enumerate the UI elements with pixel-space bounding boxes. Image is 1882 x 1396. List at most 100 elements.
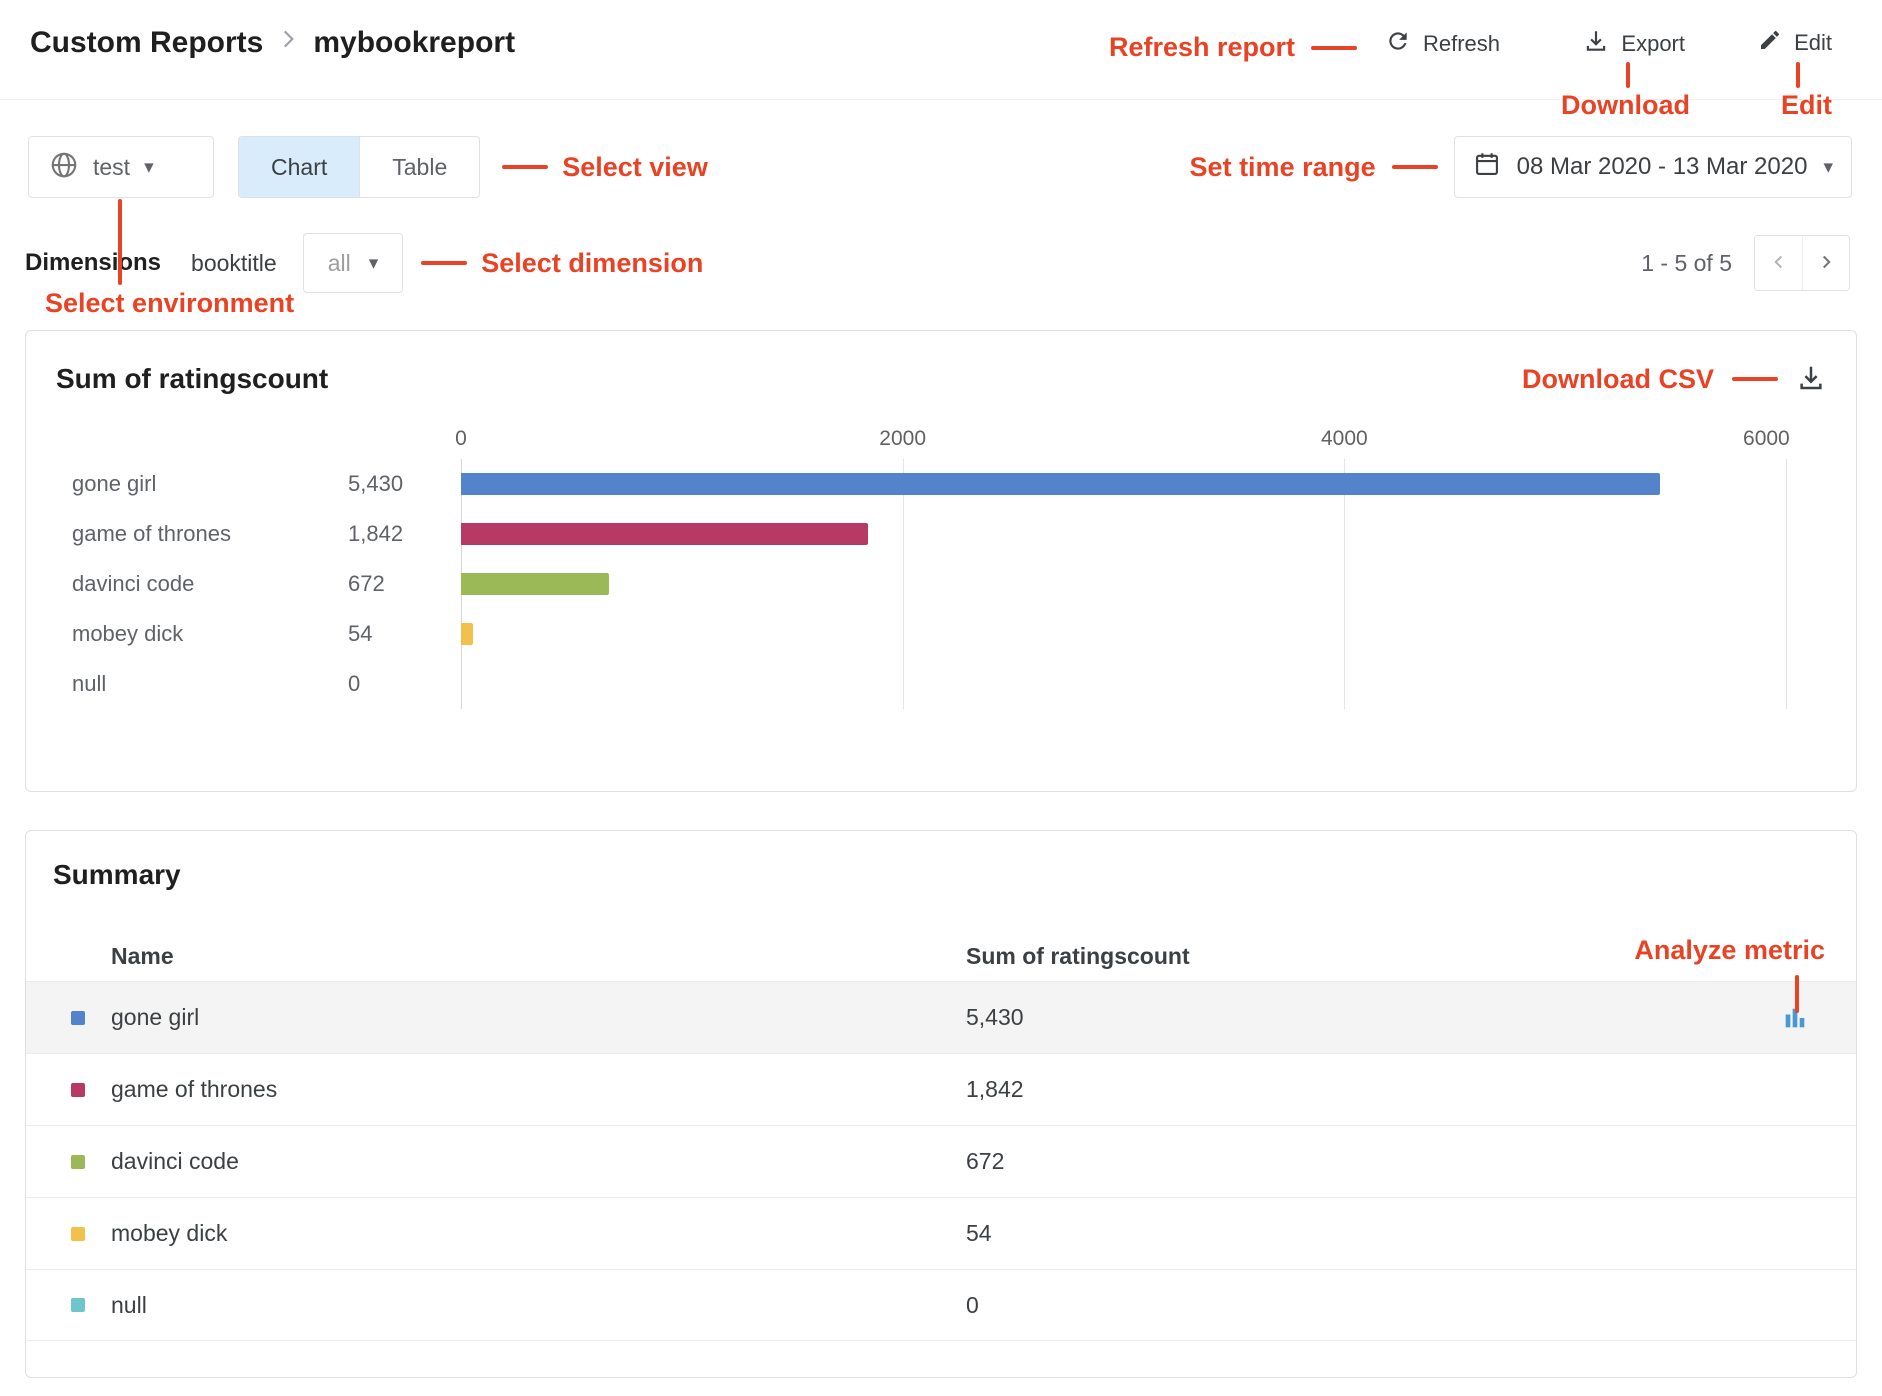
tab-table[interactable]: Table: [359, 137, 479, 197]
chart-row: game of thrones1,842: [56, 509, 1786, 559]
chart-row: gone girl5,430: [56, 459, 1786, 509]
pagination: 1 - 5 of 5: [1641, 235, 1850, 291]
breadcrumb-custom-reports[interactable]: Custom Reports: [30, 26, 263, 60]
chart-category-label: null: [56, 671, 348, 697]
annotation-line: [1732, 377, 1778, 381]
table-row[interactable]: mobey dick54: [26, 1197, 1856, 1269]
annotation-download: Download: [1561, 90, 1690, 121]
pencil-icon: [1758, 28, 1782, 58]
pagination-range: 1 - 5 of 5: [1641, 250, 1732, 277]
annotation-select-view-label: Select view: [562, 152, 708, 183]
chart-bar-track: [461, 473, 1786, 495]
row-name: game of thrones: [111, 1076, 966, 1103]
chart-value-label: 1,842: [348, 521, 461, 547]
chart-rows: gone girl5,430game of thrones1,842davinc…: [56, 459, 1786, 709]
chart-category-label: mobey dick: [56, 621, 348, 647]
chevron-down-icon: ▾: [1823, 158, 1833, 177]
chart-value-label: 672: [348, 571, 461, 597]
summary-rows: gone girl5,430game of thrones1,842davinc…: [26, 981, 1856, 1341]
edit-button[interactable]: Edit: [1758, 28, 1832, 58]
chart-axis-row: 0200040006000: [56, 427, 1786, 459]
date-range-group: Set time range 08 Mar 2020 - 13 Mar 2020…: [1190, 136, 1852, 198]
environment-dropdown[interactable]: test ▾: [28, 136, 214, 198]
chart-plot: gone girl5,430game of thrones1,842davinc…: [56, 459, 1786, 709]
chevron-right-icon: [1815, 251, 1837, 276]
row-name: null: [111, 1292, 966, 1319]
chart-bar-track: [461, 523, 1786, 545]
next-page-button[interactable]: [1802, 236, 1849, 290]
chart-bar[interactable]: [461, 523, 868, 545]
dimensions-label: Dimensions: [25, 249, 161, 277]
export-button-label: Export: [1621, 31, 1685, 57]
chart-card: Sum of ratingscount Download CSV 0 2000 40…: [25, 330, 1857, 792]
annotation-line: [1392, 165, 1438, 169]
refresh-button[interactable]: Refresh: [1385, 28, 1500, 60]
download-icon: [1796, 363, 1826, 396]
refresh-button-label: Refresh: [1423, 31, 1500, 57]
row-value: 54: [966, 1220, 1781, 1247]
export-button[interactable]: Export: [1583, 28, 1685, 60]
table-row[interactable]: gone girl5,430: [26, 981, 1856, 1053]
annotation-edit: Edit: [1781, 90, 1832, 121]
annotation-select-dimension: Select dimension: [421, 248, 703, 279]
header: Custom Reports mybookreport Refresh repo…: [0, 0, 1882, 100]
chart-bar-track: [461, 573, 1786, 595]
row-name: mobey dick: [111, 1220, 966, 1247]
chevron-left-icon: [1768, 251, 1790, 276]
table-row[interactable]: davinci code672: [26, 1125, 1856, 1197]
chart-row: davinci code672: [56, 559, 1786, 609]
chart-category-label: davinci code: [56, 571, 348, 597]
series-color-swatch: [71, 1298, 85, 1312]
chart-bar[interactable]: [461, 573, 609, 595]
chart-value-label: 0: [348, 671, 461, 697]
chart-category-label: gone girl: [56, 471, 348, 497]
chevron-down-icon: ▾: [144, 158, 154, 177]
table-row[interactable]: game of thrones1,842: [26, 1053, 1856, 1125]
axis-tick-label: 2000: [879, 427, 926, 451]
chart-bar-track: [461, 673, 1786, 695]
chart-bar-track: [461, 623, 1786, 645]
chart-category-label: game of thrones: [56, 521, 348, 547]
chart-bar[interactable]: [461, 623, 473, 645]
chart-axis-ticks: 0200040006000: [461, 427, 1786, 459]
chart-row: mobey dick54: [56, 609, 1786, 659]
dimensions-bar: Dimensions booktitle all ▾ Select dimens…: [0, 232, 1882, 294]
column-header-name: Name: [111, 943, 966, 970]
pagination-controls: [1754, 235, 1850, 291]
summary-card: Summary Name Sum of ratingscount gone gi…: [25, 830, 1857, 1378]
calendar-icon: [1473, 150, 1501, 185]
annotation-download-csv: Download CSV: [1522, 363, 1826, 396]
table-row[interactable]: null0: [26, 1269, 1856, 1341]
annotation-select-environment: Select environment: [45, 288, 294, 319]
annotation-select-dimension-label: Select dimension: [481, 248, 703, 279]
axis-tick-label: 4000: [1321, 427, 1368, 451]
chart-bar[interactable]: [461, 473, 1660, 495]
chart-row: null0: [56, 659, 1786, 709]
dimension-value-dropdown[interactable]: all ▾: [303, 233, 404, 293]
toolbar: test ▾ Chart Table Select view Set time …: [0, 136, 1882, 198]
previous-page-button[interactable]: [1755, 236, 1802, 290]
row-value: 672: [966, 1148, 1781, 1175]
series-color-swatch: [71, 1083, 85, 1097]
dimension-name: booktitle: [191, 250, 277, 277]
annotation-analyze-metric: Analyze metric: [1634, 935, 1825, 966]
row-name: davinci code: [111, 1148, 966, 1175]
annotation-line: [118, 199, 122, 285]
breadcrumb-report-name: mybookreport: [313, 26, 515, 60]
chevron-down-icon: ▾: [369, 254, 379, 273]
chart-title-row: Sum of ratingscount Download CSV: [56, 359, 1826, 399]
breadcrumb-chevron-icon: [275, 26, 301, 60]
download-csv-button[interactable]: [1796, 363, 1826, 396]
annotation-refresh-report: Refresh report: [1109, 32, 1357, 63]
tab-chart[interactable]: Chart: [239, 137, 359, 197]
row-value: 0: [966, 1292, 1781, 1319]
annotation-line: [1796, 62, 1800, 88]
date-range-picker[interactable]: 08 Mar 2020 - 13 Mar 2020 ▾: [1454, 136, 1852, 198]
date-range-value: 08 Mar 2020 - 13 Mar 2020: [1517, 153, 1808, 181]
annotation-set-time-range: Set time range: [1190, 152, 1376, 183]
summary-table-header: Name Sum of ratingscount: [26, 931, 1856, 981]
download-icon: [1583, 28, 1609, 60]
environment-value: test: [93, 154, 130, 181]
axis-tick-label: 6000: [1743, 427, 1790, 451]
annotation-select-view: Select view: [502, 152, 708, 183]
